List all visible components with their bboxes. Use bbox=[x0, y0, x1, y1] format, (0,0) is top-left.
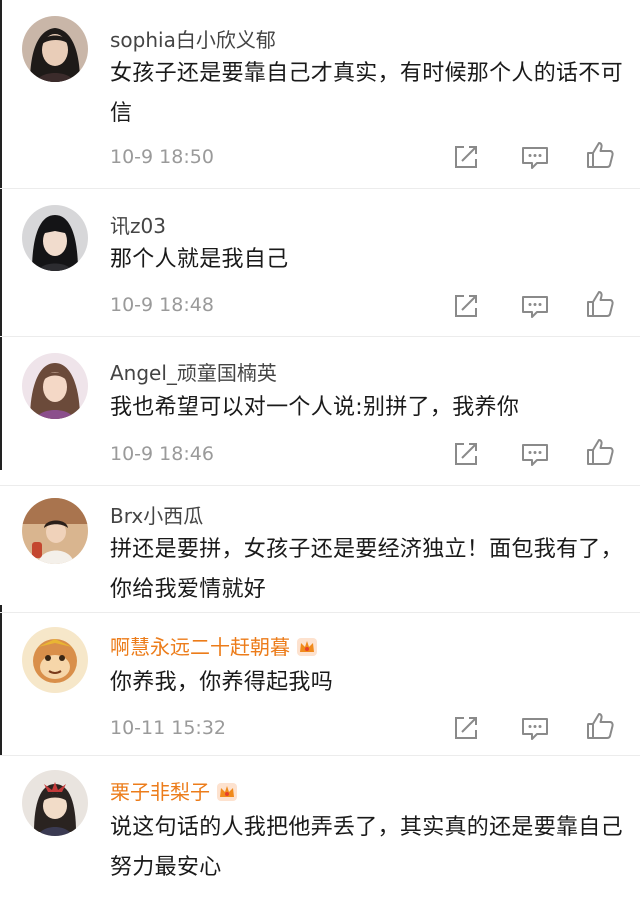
like-icon bbox=[585, 711, 615, 741]
like-button[interactable] bbox=[585, 289, 615, 319]
share-icon bbox=[451, 713, 481, 743]
avatar[interactable] bbox=[22, 353, 88, 419]
avatar[interactable] bbox=[22, 627, 88, 693]
reply-button[interactable] bbox=[520, 142, 550, 172]
vip-username-text: 啊慧永远二十赶朝暮 bbox=[110, 635, 290, 659]
comment-item: sophia白小欣义郁 女孩子还是要靠自己才真实，有时候那个人的话不可信 10-… bbox=[0, 0, 640, 188]
like-button[interactable] bbox=[585, 711, 615, 741]
reply-button[interactable] bbox=[520, 713, 550, 743]
comment-timestamp: 10-9 18:50 bbox=[110, 146, 214, 168]
comment-item: 讯z03 那个人就是我自己 10-9 18:48 bbox=[0, 189, 640, 336]
avatar[interactable] bbox=[22, 205, 88, 271]
share-button[interactable] bbox=[451, 713, 481, 743]
reply-icon bbox=[520, 439, 550, 469]
avatar[interactable] bbox=[22, 16, 88, 82]
cartoon-monkey-avatar bbox=[22, 627, 88, 693]
comment-text: 拼还是要拼，女孩子还是要经济独立！面包我有了，你给我爱情就好 bbox=[110, 537, 623, 602]
share-icon bbox=[451, 291, 481, 321]
comment-text: 说这句话的人我把他弄丢了，其实真的还是要靠自己努力最安心 bbox=[110, 815, 623, 880]
child-photo-avatar bbox=[22, 498, 88, 564]
share-button[interactable] bbox=[451, 291, 481, 321]
share-button[interactable] bbox=[451, 142, 481, 172]
comment-timestamp: 10-9 18:46 bbox=[110, 443, 214, 465]
comment-timestamp: 10-9 18:48 bbox=[110, 294, 214, 316]
like-button[interactable] bbox=[585, 437, 615, 467]
comment-item: Angel_顽童国楠英 我也希望可以对一个人说:别拼了，我养你 10-9 18:… bbox=[0, 337, 640, 485]
anime-girl-avatar bbox=[22, 770, 88, 836]
reply-icon bbox=[520, 713, 550, 743]
comment-text: 我也希望可以对一个人说:别拼了，我养你 bbox=[110, 395, 520, 420]
comment-timestamp: 10-11 15:32 bbox=[110, 717, 227, 739]
woman-light-hair-avatar bbox=[22, 353, 88, 419]
avatar[interactable] bbox=[22, 770, 88, 836]
reply-icon bbox=[520, 291, 550, 321]
share-icon bbox=[451, 439, 481, 469]
comment-item: 栗子非梨子 说这句话的人我把他弄丢了，其实真的还是要靠自己努力最安心 bbox=[0, 756, 640, 905]
comment-username[interactable]: 栗子非梨子 bbox=[110, 776, 238, 805]
crown-icon bbox=[216, 782, 238, 802]
comment-text: 你养我，你养得起我吗 bbox=[110, 670, 334, 695]
comment-username[interactable]: sophia白小欣义郁 bbox=[110, 24, 276, 53]
share-icon bbox=[451, 142, 481, 172]
reply-button[interactable] bbox=[520, 439, 550, 469]
comment-item: 啊慧永远二十赶朝暮 你养我，你养得起我吗 10-11 15:32 bbox=[0, 613, 640, 755]
comment-item: Brx小西瓜 拼还是要拼，女孩子还是要经济独立！面包我有了，你给我爱情就好 bbox=[0, 486, 640, 612]
comment-username[interactable]: 讯z03 bbox=[110, 210, 166, 239]
vip-username-text: 栗子非梨子 bbox=[110, 780, 210, 804]
reply-button[interactable] bbox=[520, 291, 550, 321]
share-button[interactable] bbox=[451, 439, 481, 469]
comment-text: 那个人就是我自己 bbox=[110, 247, 289, 272]
woman-dark-hair-avatar bbox=[22, 16, 88, 82]
avatar[interactable] bbox=[22, 498, 88, 564]
comment-username[interactable]: Brx小西瓜 bbox=[110, 500, 203, 529]
girl-bangs-avatar bbox=[22, 205, 88, 271]
reply-icon bbox=[520, 142, 550, 172]
comment-username[interactable]: 啊慧永远二十赶朝暮 bbox=[110, 631, 318, 660]
comment-username[interactable]: Angel_顽童国楠英 bbox=[110, 357, 277, 386]
comment-text: 女孩子还是要靠自己才真实，有时候那个人的话不可信 bbox=[110, 61, 623, 126]
like-icon bbox=[585, 289, 615, 319]
like-icon bbox=[585, 140, 615, 170]
like-icon bbox=[585, 437, 615, 467]
crown-icon bbox=[296, 637, 318, 657]
like-button[interactable] bbox=[585, 140, 615, 170]
